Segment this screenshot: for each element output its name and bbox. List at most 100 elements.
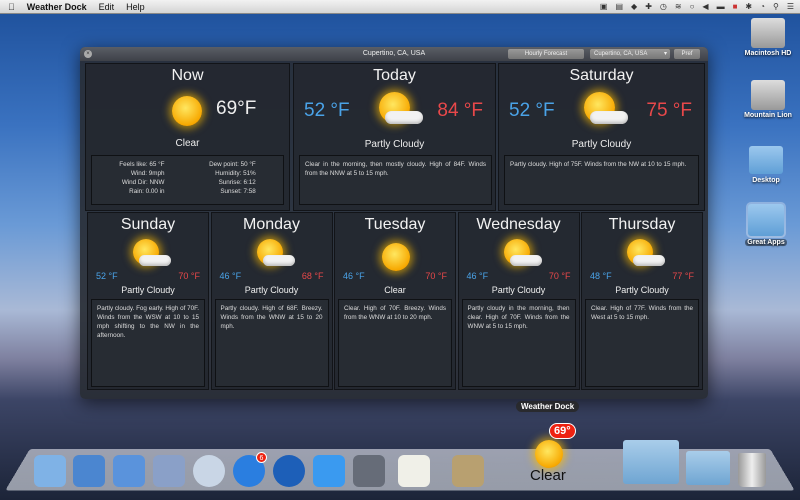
menu-edit[interactable]: Edit	[99, 2, 115, 12]
forecast-panel-wednesday: Wednesday 46 °F 70 °F Partly Cloudy Part…	[457, 212, 580, 390]
high-temp: 70 °F	[178, 271, 200, 281]
desktop-icon-desktop[interactable]: Desktop	[731, 146, 800, 184]
dock-safari-icon[interactable]	[193, 455, 225, 487]
day-title: Today	[373, 67, 416, 84]
sun-icon	[382, 243, 410, 271]
sync-icon[interactable]: ○	[690, 2, 695, 11]
dock-tooltip: Weather Dock	[516, 401, 580, 412]
condition: Partly Cloudy	[121, 285, 175, 295]
menu-app-name[interactable]: Weather Dock	[27, 2, 87, 12]
trash-icon[interactable]	[738, 453, 766, 487]
cloud-icon	[633, 255, 665, 266]
condition: Partly Cloudy	[571, 139, 632, 150]
rain: Rain: 0.00 in	[129, 188, 165, 196]
sunset: Sunset: 7:58	[220, 188, 256, 196]
forecast-description: Partly cloudy. High of 75F. Winds from t…	[504, 155, 699, 205]
downloads-folder-icon[interactable]	[686, 451, 730, 485]
folder-icon	[749, 146, 783, 174]
day-title: Sunday	[120, 216, 176, 233]
icon-label: Mountain Lion	[744, 112, 792, 119]
day-title: Thursday	[608, 216, 676, 233]
dock-mail-icon[interactable]	[153, 455, 185, 487]
bluetooth-icon[interactable]: ✱	[745, 2, 752, 11]
condition: Partly Cloudy	[491, 285, 546, 295]
feels-like: Feels like: 65 °F	[119, 161, 165, 168]
clock-icon[interactable]: ◔	[760, 2, 765, 11]
close-button[interactable]: ×	[84, 50, 92, 58]
forecast-panel-today: Today 52 °F 84 °F Partly Cloudy Clear in…	[293, 63, 496, 211]
applications-folder-icon[interactable]	[623, 440, 679, 484]
apple-menu-icon[interactable]: 	[8, 2, 15, 12]
time-machine-icon[interactable]: ◷	[660, 2, 667, 11]
forecast-description: Clear in the morning, then mostly cloudy…	[299, 155, 492, 205]
icon-label: Desktop	[752, 177, 780, 184]
menu-bar:  Weather Dock Edit Help ▣ ▤ ◆ ✚ ◷ ≋ ○ ◀ ▬ ■ ✱ ◔ ⚲ ☰	[0, 0, 800, 14]
forecast-panel-monday: Monday 46 °F 68 °F Partly Cloudy Partly …	[210, 212, 333, 390]
list-icon[interactable]: ☰	[787, 2, 794, 11]
screen-icon[interactable]: ▣	[600, 2, 608, 11]
cloud-icon	[139, 255, 171, 266]
dropbox-icon[interactable]: ✚	[645, 2, 652, 11]
cloud-icon	[262, 255, 295, 266]
high-temp: 70 °F	[548, 271, 571, 281]
dock-ios-simulator-icon[interactable]	[113, 455, 145, 487]
low-temp: 52 °F	[304, 100, 350, 121]
icon-label: Macintosh HD	[744, 50, 792, 57]
humidity: Humidity: 51%	[215, 170, 256, 178]
icon-label: Great Apps	[745, 239, 787, 246]
spotlight-icon[interactable]: ⚲	[773, 2, 779, 11]
weather-window: × Cupertino, CA, USA Hourly Forecast Cup…	[80, 47, 708, 399]
chevron-down-icon: ▾	[663, 51, 667, 57]
dew-point: Dew point: 50 °F	[209, 161, 256, 168]
high-temp: 77 °F	[672, 271, 694, 281]
dock-facetime-icon[interactable]	[353, 455, 385, 487]
forecast-description: Clear. High of 70F. Breezy. Winds from t…	[338, 299, 452, 387]
doc-icon[interactable]: ▤	[615, 2, 623, 11]
dock-messages-icon[interactable]	[313, 455, 345, 487]
location-select[interactable]: Cupertino, CA, USA ▾	[590, 49, 670, 59]
cloud-icon	[385, 111, 424, 125]
low-temp: 46 °F	[466, 271, 489, 281]
dock-preview-icon[interactable]	[452, 455, 484, 487]
high-temp: 75 °F	[646, 100, 692, 121]
now-condition: Clear	[175, 138, 200, 149]
weather-dock-sun-icon[interactable]	[535, 440, 563, 468]
day-title: Saturday	[569, 67, 634, 84]
evernote-icon[interactable]: ◆	[631, 2, 637, 11]
day-title: Monday	[243, 216, 300, 233]
cloud-icon	[509, 255, 542, 266]
high-temp: 68 °F	[301, 271, 324, 281]
day-title: Tuesday	[364, 216, 426, 233]
condition: Partly Cloudy	[364, 139, 425, 150]
dock-xcode-icon[interactable]	[73, 455, 105, 487]
menu-help[interactable]: Help	[126, 2, 145, 12]
location-select-value: Cupertino, CA, USA	[594, 51, 648, 57]
hourly-forecast-button[interactable]: Hourly Forecast	[508, 49, 584, 59]
dock-itunes-icon[interactable]	[273, 455, 305, 487]
now-temp: 69°F	[216, 98, 257, 119]
low-temp: 46 °F	[343, 271, 365, 281]
cloud-icon	[590, 111, 629, 125]
forecast-panel-thursday: Thursday 48 °F 77 °F Partly Cloudy Clear…	[581, 212, 703, 390]
high-temp: 70 °F	[425, 271, 447, 281]
app-store-badge: 6	[256, 452, 267, 463]
desktop-icon-macintosh-hd[interactable]: Macintosh HD	[733, 18, 800, 57]
forecast-description: Partly cloudy in the morning, then clear…	[461, 299, 576, 387]
dock-finder-icon[interactable]	[34, 455, 66, 487]
desktop-icon-mountain-lion[interactable]: Mountain Lion	[733, 80, 800, 119]
hard-drive-icon	[751, 80, 785, 110]
desktop-icon-great-apps[interactable]: Great Apps	[731, 202, 800, 246]
battery-icon[interactable]: ▬	[717, 2, 725, 11]
menu-extras: ▣ ▤ ◆ ✚ ◷ ≋ ○ ◀ ▬ ■ ✱ ◔ ⚲ ☰	[600, 2, 794, 11]
pref-button[interactable]: Pref	[674, 49, 700, 59]
flag-icon[interactable]: ■	[733, 2, 738, 11]
volume-icon[interactable]: ◀	[702, 2, 708, 11]
condition: Partly Cloudy	[244, 285, 299, 295]
sun-icon	[172, 96, 202, 126]
low-temp: 48 °F	[590, 271, 612, 281]
wind: Wind: 9mph	[130, 170, 165, 178]
forecast-panel-saturday: Saturday 52 °F 75 °F Partly Cloudy Partl…	[498, 63, 705, 211]
day-title: Wednesday	[476, 216, 561, 233]
wifi-icon[interactable]: ≋	[675, 2, 682, 11]
dock-maps-icon[interactable]	[398, 455, 430, 487]
